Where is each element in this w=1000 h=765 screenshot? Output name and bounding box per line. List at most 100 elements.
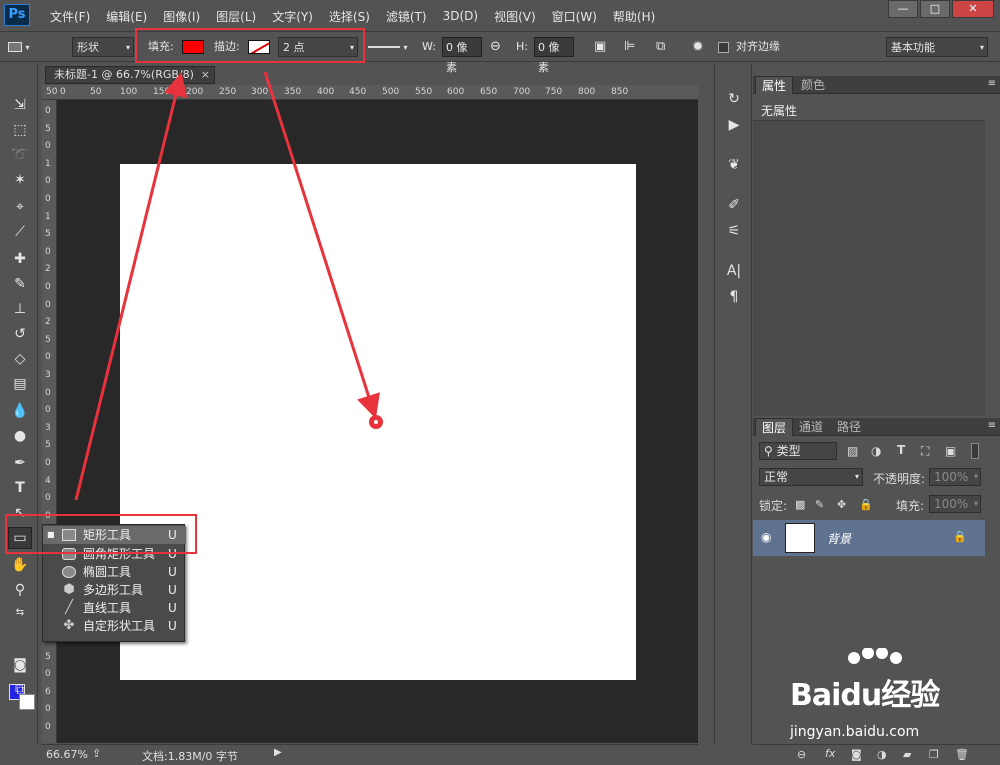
marquee-tool-icon[interactable]: ⬚ — [8, 119, 32, 141]
tab-paths[interactable]: 路径 — [831, 418, 867, 436]
close-tab-icon[interactable]: × — [201, 67, 210, 83]
layer-name[interactable]: 背景 — [827, 530, 851, 547]
lock-position-icon[interactable]: ✥ — [837, 498, 846, 511]
stamp-tool-icon[interactable]: ⊥ — [8, 298, 32, 320]
menu-select[interactable]: 选择(S) — [321, 8, 378, 25]
healing-brush-icon[interactable]: ✚ — [8, 248, 32, 270]
filter-shape-icon[interactable]: ⛶ — [921, 444, 929, 459]
link-layers-icon[interactable]: ⊖ — [797, 748, 806, 761]
menu-layer[interactable]: 图层(L) — [208, 8, 264, 25]
actions-panel-icon[interactable]: ▶ — [724, 116, 744, 134]
filter-pixel-icon[interactable]: ▨ — [847, 444, 858, 458]
menu-window[interactable]: 窗口(W) — [544, 8, 605, 25]
fx-icon[interactable]: fx — [825, 747, 835, 760]
ruler-tick-label: 700 — [513, 87, 531, 97]
menu-file[interactable]: 文件(F) — [42, 8, 98, 25]
path-arrangement-icon[interactable]: ⧉ — [656, 37, 665, 57]
menu-type[interactable]: 文字(Y) — [264, 8, 321, 25]
maximize-button[interactable]: □ — [920, 0, 950, 18]
tab-channels[interactable]: 通道 — [793, 418, 829, 436]
menu-image[interactable]: 图像(I) — [155, 8, 208, 25]
align-edges-checkbox[interactable] — [718, 37, 729, 57]
layer-filter-dropdown[interactable]: ⚲ 类型 — [759, 442, 837, 460]
link-icon[interactable]: ⊖ — [490, 37, 501, 57]
zoom-level[interactable]: 66.67% — [46, 748, 88, 761]
move-tool-icon[interactable]: ⇲ — [8, 94, 32, 116]
eraser-tool-icon[interactable]: ◇ — [8, 348, 32, 370]
pen-tool-icon[interactable]: ✒ — [8, 452, 32, 474]
menu-filter[interactable]: 滤镜(T) — [378, 8, 435, 25]
hand-tool-icon[interactable]: ✋ — [8, 554, 32, 576]
history-brush-icon[interactable]: ↺ — [8, 323, 32, 345]
lock-transparent-icon[interactable]: ▩ — [795, 498, 805, 511]
eyedropper-icon[interactable]: ⟋ — [8, 221, 32, 243]
gear-icon[interactable]: ✹ — [692, 37, 704, 57]
workspace-dropdown[interactable]: 基本功能 ▾ — [886, 37, 988, 57]
crop-tool-icon[interactable]: ⌖ — [8, 196, 32, 218]
filter-adjustment-icon[interactable]: ◑ — [871, 444, 881, 458]
close-button[interactable]: ✕ — [952, 0, 994, 18]
width-input[interactable]: 0 像素 — [442, 37, 482, 74]
fill-input[interactable]: 100% ▾ — [929, 495, 981, 513]
minimize-button[interactable]: — — [888, 0, 918, 18]
type-tool-icon[interactable]: T — [8, 477, 32, 499]
eye-icon[interactable]: ◉ — [761, 530, 771, 544]
brush-panel-icon[interactable]: ✐ — [724, 196, 744, 214]
mode-dropdown[interactable]: 形状 ▾ — [72, 37, 134, 57]
path-operations-icon[interactable]: ▣ — [594, 37, 606, 57]
panel-menu-icon[interactable]: ≡ — [988, 420, 996, 431]
flyout-item-custom-shape[interactable]: ✤ 自定形状工具 U — [43, 617, 186, 635]
new-layer-icon[interactable]: ❐ — [929, 748, 939, 761]
dodge-tool-icon[interactable]: ● — [8, 425, 32, 447]
filter-toggle-icon[interactable] — [971, 443, 979, 459]
layer-row[interactable]: ◉ 背景 🔒 — [753, 520, 985, 556]
adjustment-layer-icon[interactable]: ◑ — [877, 748, 887, 761]
menu-3d[interactable]: 3D(D) — [435, 9, 486, 23]
blend-mode-dropdown[interactable]: 正常 ▾ — [759, 468, 863, 486]
lock-image-icon[interactable]: ✎ — [815, 498, 824, 511]
tool-preset-picker[interactable]: ▾ — [8, 37, 30, 57]
zoom-tool-icon[interactable]: ⚲ — [8, 579, 32, 601]
layer-mask-icon[interactable]: ◙ — [851, 748, 862, 761]
document-canvas[interactable] — [120, 164, 636, 680]
magic-wand-icon[interactable]: ✶ — [8, 169, 32, 191]
gradient-tool-icon[interactable]: ▤ — [8, 373, 32, 395]
paragraph-panel-icon[interactable]: ¶ — [724, 288, 744, 306]
blur-tool-icon[interactable]: 💧 — [8, 400, 32, 422]
height-input[interactable]: 0 像素 — [534, 37, 574, 74]
tool-presets-icon[interactable]: ⚟ — [724, 222, 744, 240]
share-icon[interactable]: ⇪ — [92, 747, 101, 760]
history-panel-icon[interactable]: ↻ — [724, 90, 744, 108]
swap-colors-icon[interactable]: ⇆ — [8, 601, 32, 623]
flyout-item-ellipse[interactable]: 椭圆工具 U — [43, 563, 186, 581]
tab-color[interactable]: 颜色 — [795, 76, 831, 94]
panel-menu-icon[interactable]: ≡ — [988, 78, 996, 89]
tab-properties[interactable]: 属性 — [755, 76, 794, 94]
stroke-type-dropdown[interactable]: ▾ — [368, 37, 410, 57]
menu-view[interactable]: 视图(V) — [486, 8, 544, 25]
chevron-right-icon[interactable]: ▶ — [274, 747, 282, 758]
quick-mask-icon[interactable]: ◙ — [8, 654, 32, 676]
menu-edit[interactable]: 编辑(E) — [98, 8, 155, 25]
flyout-item-polygon[interactable]: ⬢ 多边形工具 U — [43, 581, 186, 599]
trash-icon[interactable]: 🗑 — [955, 748, 969, 761]
menu-help[interactable]: 帮助(H) — [605, 8, 663, 25]
opacity-input[interactable]: 100% ▾ — [929, 468, 981, 486]
filter-smart-object-icon[interactable]: ▣ — [945, 444, 956, 458]
lasso-tool-icon[interactable]: ➰ — [8, 144, 32, 166]
flyout-item-line[interactable]: ╱ 直线工具 U — [43, 599, 186, 617]
ruler-digit: 0 — [45, 405, 51, 416]
brush-tool-icon[interactable]: ✎ — [8, 273, 32, 295]
document-tab[interactable]: 未标题-1 @ 66.7%(RGB/8) × — [45, 66, 215, 84]
lock-all-icon[interactable]: 🔒 — [859, 498, 873, 511]
group-folder-icon[interactable]: ▰ — [903, 748, 911, 761]
tab-layers[interactable]: 图层 — [755, 418, 794, 436]
horizontal-ruler[interactable]: 50 0 50 100 150 200 250 300 350 400 450 … — [42, 85, 698, 100]
ruler-digit: 4 — [45, 475, 51, 486]
screen-mode-icon[interactable]: ⧉ — [8, 679, 32, 701]
brush-presets-icon[interactable]: ❦ — [724, 156, 744, 174]
path-alignment-icon[interactable]: ⊫ — [624, 37, 635, 57]
character-panel-icon[interactable]: A| — [724, 262, 744, 280]
filter-type-icon[interactable]: T — [897, 443, 905, 457]
vertical-ruler[interactable]: 050100150200250300350400450500550600 — [42, 100, 57, 743]
